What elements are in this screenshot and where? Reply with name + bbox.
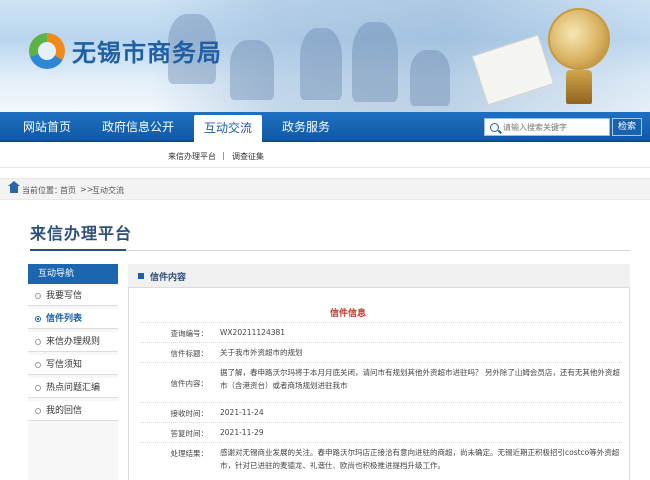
- sidebar-item-write-letter[interactable]: 我要写信: [28, 286, 118, 306]
- square-bullet-icon: [138, 273, 144, 279]
- sidebar-item-hot-topics[interactable]: 热点问题汇编: [28, 378, 118, 398]
- field-reply-date: 答复时间： 2021-11-29: [140, 422, 622, 440]
- field-label: 信件内容：: [170, 379, 209, 388]
- field-received-date: 接收时间： 2021-11-24: [140, 402, 622, 420]
- bullet-icon: [35, 385, 41, 391]
- field-result: 处理结果： 感谢对无锡商业发展的关注。春申路沃尔玛店正接洽有意向进驻的商超，尚未…: [140, 442, 622, 480]
- home-icon: [8, 181, 20, 193]
- banner-person-image: [352, 22, 398, 102]
- field-label: 信件标题：: [170, 349, 209, 358]
- page-title: 来信办理平台: [30, 224, 133, 243]
- breadcrumb-prefix: 当前位置：: [22, 186, 62, 195]
- field-letter-content: 信件内容： 据了解，春申路沃尔玛将于本月月底关闭，请问市有规划其他外资超市进驻吗…: [140, 362, 622, 400]
- bullet-icon: [35, 408, 41, 414]
- search-box: [484, 118, 610, 136]
- nav-services[interactable]: 政务服务: [270, 112, 342, 142]
- field-label: 答复时间：: [170, 429, 209, 438]
- nav-interaction[interactable]: 互动交流: [194, 115, 262, 142]
- field-value: 关于我市外资超市的规划: [220, 348, 303, 357]
- field-value: WX20211124381: [220, 328, 286, 337]
- sidebar-item-label: 写信须知: [46, 360, 83, 370]
- subnav-separator: |: [222, 151, 225, 160]
- breadcrumb-current[interactable]: 互动交流: [92, 185, 124, 196]
- banner-person-image: [410, 50, 450, 106]
- globe-icon: [548, 8, 610, 70]
- nav-gov-info[interactable]: 政府信息公开: [90, 112, 186, 142]
- sidebar-item-notice[interactable]: 写信须知: [28, 355, 118, 375]
- search-button[interactable]: 检索: [612, 118, 642, 136]
- bullet-icon: [35, 339, 41, 345]
- title-divider-accent: [30, 249, 126, 251]
- breadcrumb-home[interactable]: 首页: [60, 185, 76, 196]
- banner-person-image: [300, 28, 342, 100]
- content-header-label: 信件内容: [150, 273, 187, 283]
- sidebar-item-label: 信件列表: [46, 314, 83, 324]
- banner-person-image: [230, 40, 274, 100]
- sidebar-header: 互动导航: [28, 264, 118, 284]
- subnav-letter-platform[interactable]: 来信办理平台: [168, 151, 216, 162]
- field-value: 感谢对无锡商业发展的关注。春申路沃尔玛店正接洽有意向进驻的商超，尚未确定。无锡近…: [220, 448, 620, 470]
- sidebar-item-label: 来信办理规则: [46, 337, 101, 347]
- field-label: 处理结果：: [170, 449, 209, 458]
- letter-info-title: 信件信息: [330, 309, 367, 319]
- search-icon: [490, 123, 499, 132]
- sidebar-item-label: 我要写信: [46, 291, 83, 301]
- search-input[interactable]: [503, 120, 607, 134]
- sidebar-item-my-replies[interactable]: 我的回信: [28, 401, 118, 421]
- field-value: 2021-11-29: [220, 428, 264, 437]
- globe-stand-image: [566, 70, 592, 104]
- sidebar-item-label: 我的回信: [46, 406, 83, 416]
- subnav-survey[interactable]: 调查征集: [232, 151, 264, 162]
- sidebar-item-label: 热点问题汇编: [46, 383, 101, 393]
- field-letter-title: 信件标题： 关于我市外资超市的规划: [140, 342, 622, 360]
- site-title[interactable]: 无锡市商务局: [72, 33, 222, 68]
- sub-nav: 来信办理平台 | 调查征集: [0, 144, 650, 168]
- content-header: 信件内容: [128, 264, 630, 288]
- breadcrumb: 当前位置： 首页 >> 互动交流: [0, 178, 650, 200]
- bullet-icon: [35, 362, 41, 368]
- field-label: 查询编号：: [170, 329, 209, 338]
- field-label: 接收时间：: [170, 409, 209, 418]
- nav-home[interactable]: 网站首页: [10, 112, 84, 142]
- sidebar-item-rules[interactable]: 来信办理规则: [28, 332, 118, 352]
- header-banner: 无锡市商务局: [0, 0, 650, 112]
- field-value: 2021-11-24: [220, 408, 264, 417]
- field-query-number: 查询编号： WX20211124381: [140, 322, 622, 340]
- logo-icon[interactable]: [29, 33, 65, 69]
- sidebar-item-letter-list[interactable]: 信件列表: [28, 309, 118, 329]
- bullet-icon: [35, 316, 41, 322]
- field-value: 据了解，春申路沃尔玛将于本月月底关闭，请问市有规划其他外资超市进驻吗？ 另外除了…: [220, 368, 620, 390]
- bullet-icon: [35, 293, 41, 299]
